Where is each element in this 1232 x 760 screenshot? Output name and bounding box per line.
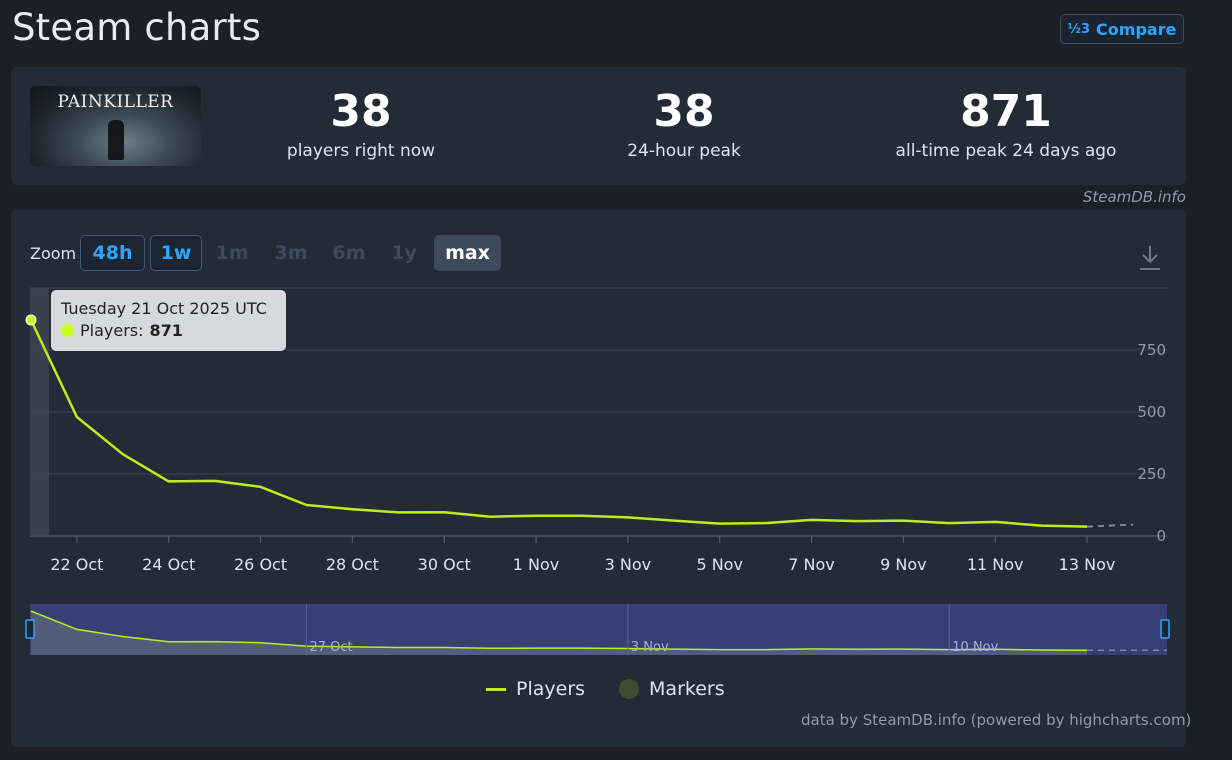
navigator-handle-left[interactable] [25,619,35,639]
y-tick-label: 0 [1156,527,1166,545]
legend-markers-swatch [619,679,640,699]
y-tick-label: 750 [1137,341,1166,359]
x-tick-label: 11 Nov [967,555,1024,574]
x-tick-label: 24 Oct [142,555,195,574]
x-tick-label: 9 Nov [880,555,927,574]
players-series-projection [1086,523,1134,528]
navigator-label: 3 Nov [631,640,669,655]
y-tick-label: 500 [1137,403,1166,421]
x-axis: 22 Oct 24 Oct 26 Oct 28 Oct 30 Oct 1 Nov 3 Nov… [50,536,1115,574]
legend-players-swatch [486,687,506,691]
tooltip-series-dot [61,324,74,337]
x-tick-label: 26 Oct [234,555,287,574]
y-axis: 0 250 500 750 [1137,341,1166,545]
chart-tooltip: Tuesday 21 Oct 2025 UTC Players: 871 [51,290,286,351]
x-tick-label: 13 Nov [1059,555,1116,574]
chart-legend: Players Markers [486,678,725,700]
navigator[interactable]: 27 Oct 3 Nov 10 Nov [25,604,1170,655]
y-tick-label: 250 [1137,465,1166,483]
x-tick-label: 22 Oct [50,555,103,574]
x-tick-label: 5 Nov [696,555,743,574]
navigator-label: 10 Nov [952,640,998,655]
tooltip-date: Tuesday 21 Oct 2025 UTC [61,299,267,318]
navigator-label: 27 Oct [309,640,352,655]
x-tick-label: 30 Oct [418,555,471,574]
x-tick-label: 7 Nov [788,555,835,574]
legend-players-label[interactable]: Players [516,678,585,700]
navigator-handle-right[interactable] [1160,619,1170,639]
x-tick-label: 1 Nov [513,555,560,574]
players-chart[interactable]: 0 250 500 750 22 Oct 24 Oct 26 Oct 28 Oct 30 Oc… [0,0,1232,760]
x-tick-label: 28 Oct [326,555,379,574]
tooltip-series-label: Players: [80,321,144,340]
x-tick-label: 3 Nov [605,555,652,574]
tooltip-value: 871 [149,321,183,340]
highcharts-credit[interactable]: data by SteamDB.info (powered by highcha… [801,711,1191,729]
hover-point-marker[interactable] [25,314,37,326]
legend-markers-label[interactable]: Markers [649,678,725,700]
